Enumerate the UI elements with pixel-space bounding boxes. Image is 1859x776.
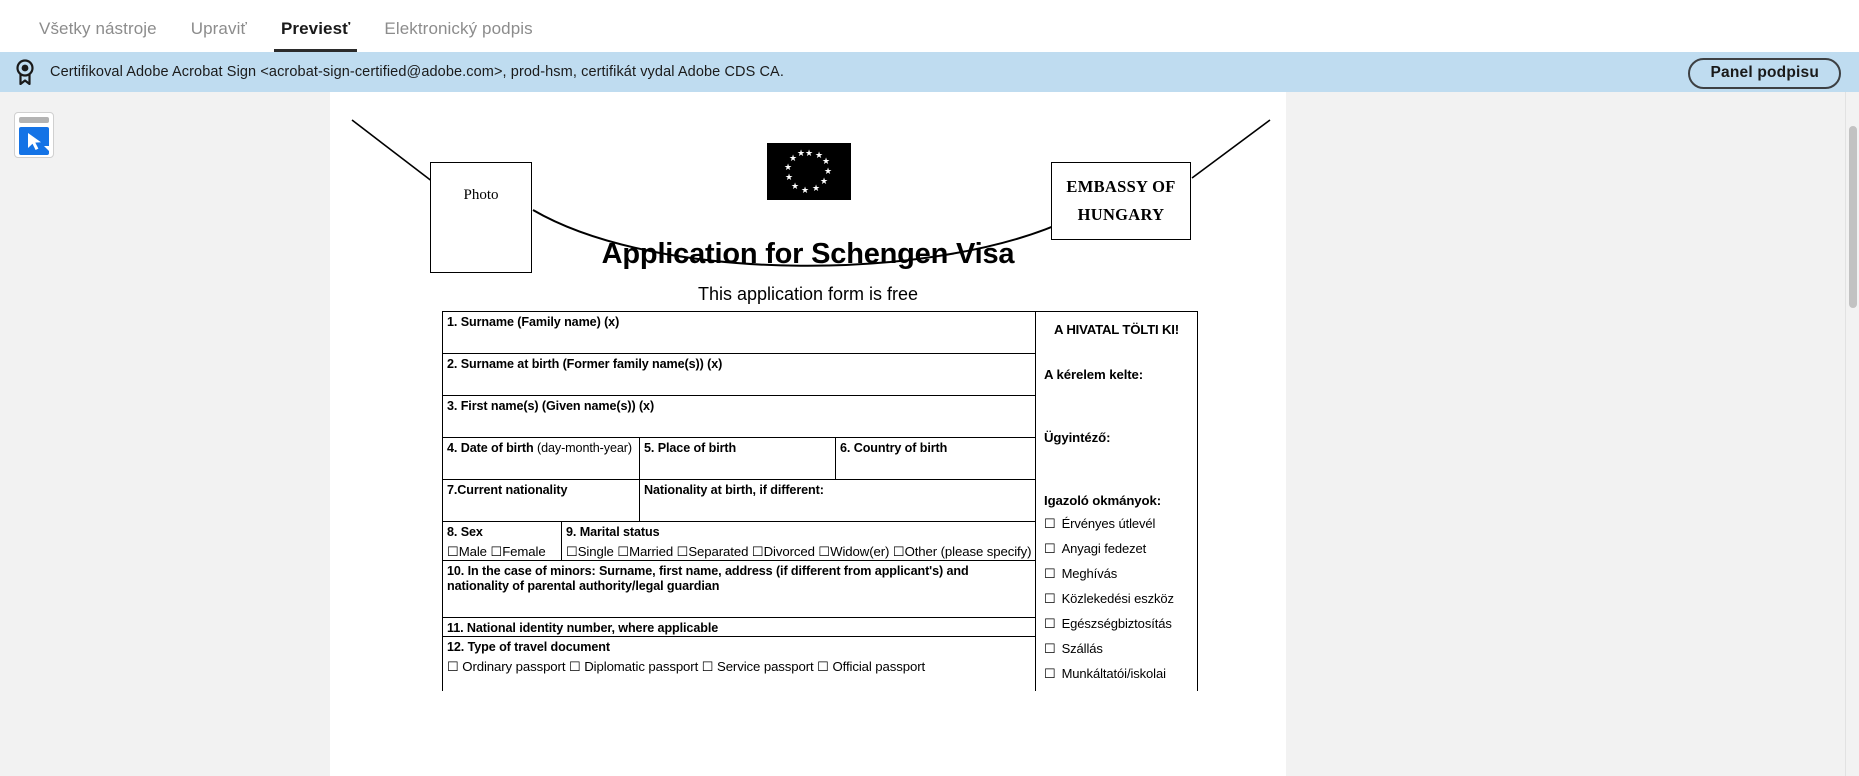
signature-panel-button[interactable]: Panel podpisu [1688, 58, 1841, 89]
checklist-item-invitation[interactable]: ☐ Meghívás [1044, 566, 1189, 582]
select-cursor-tool-icon[interactable] [14, 112, 54, 158]
form-row-12: 12. Type of travel document ☐ Ordinary p… [443, 637, 1035, 675]
field-2-input[interactable] [447, 372, 1035, 395]
field-1-label: 1. Surname (Family name) (x) [447, 315, 620, 329]
tab-convert[interactable]: Previesť [264, 19, 367, 52]
embassy-line-1: EMBASSY OF [1066, 177, 1176, 196]
checklist-item-passport[interactable]: ☐ Érvényes útlevél [1044, 516, 1189, 532]
tool-icon-body [19, 127, 49, 155]
field-7b-input[interactable] [644, 498, 1034, 521]
flag-star: ★ [797, 148, 806, 158]
field-9-label: 9. Marital status [566, 525, 660, 539]
field-5-label: 5. Place of birth [644, 441, 737, 455]
checklist-item-label: Közlekedési eszköz [1061, 591, 1174, 606]
field-12-label: 12. Type of travel document [447, 640, 610, 654]
checkbox-icon[interactable]: ☐ [1044, 516, 1056, 531]
flag-star: ★ [784, 162, 793, 172]
tab-electronic-signature[interactable]: Elektronický podpis [367, 19, 549, 52]
field-10-label-line2: nationality of parental authority/legal … [447, 579, 720, 593]
left-tool-rail [0, 92, 330, 776]
official-panel-title: A HIVATAL TÖLTI KI! [1054, 322, 1179, 337]
field-1-input[interactable] [447, 330, 1035, 353]
document-title: Application for Schengen Visa [601, 238, 1015, 270]
tab-all-tools[interactable]: Všetky nástroje [22, 19, 174, 52]
field-6-label: 6. Country of birth [840, 441, 948, 455]
field-10-label-line1: 10. In the case of minors: Surname, firs… [447, 564, 969, 578]
form-row-10: 10. In the case of minors: Surname, firs… [443, 561, 1035, 618]
flag-star: ★ [805, 148, 814, 158]
checklist-item-health-insurance[interactable]: ☐ Egészségbiztosítás [1044, 616, 1189, 632]
form-row-11: 11. National identity number, where appl… [443, 618, 1035, 637]
scrollbar-thumb[interactable] [1849, 126, 1857, 308]
form-row-1: 1. Surname (Family name) (x) [443, 312, 1035, 354]
certification-message: Certifikoval Adobe Acrobat Sign <acrobat… [50, 64, 784, 80]
certification-banner: Certifikoval Adobe Acrobat Sign <acrobat… [0, 52, 1859, 92]
checkbox-icon[interactable]: ☐ [1044, 541, 1056, 556]
field-5-input[interactable] [644, 456, 835, 479]
certificate-ribbon-icon [14, 59, 36, 86]
acrobat-window: Všetky nástroje Upraviť Previesť Elektro… [0, 0, 1859, 776]
field-4-input[interactable] [447, 456, 639, 479]
field-7-input[interactable] [447, 498, 639, 521]
field-2-label: 2. Surname at birth (Former family name(… [447, 357, 723, 371]
checklist-item-label: Anyagi fedezet [1061, 541, 1147, 556]
tab-edit[interactable]: Upraviť [174, 19, 264, 52]
checklist-item-accommodation[interactable]: ☐ Szállás [1044, 641, 1189, 657]
checkbox-icon[interactable]: ☐ [1044, 616, 1056, 631]
flag-star: ★ [785, 172, 794, 182]
official-use-panel: A HIVATAL TÖLTI KI! A kérelem kelte: Ügy… [1036, 312, 1197, 691]
main-toolbar: Všetky nástroje Upraviť Previesť Elektro… [0, 0, 1859, 52]
flag-star: ★ [824, 166, 833, 176]
form-fields-column: 1. Surname (Family name) (x) 2. Surname … [443, 312, 1036, 691]
field-9-options[interactable]: ☐Single ☐Married ☐Separated ☐Divorced ☐W… [566, 544, 1034, 560]
checklist-item-label: Meghívás [1061, 566, 1118, 581]
embassy-line-2: HUNGARY [1077, 205, 1165, 224]
checklist-item-employer-school[interactable]: ☐ Munkáltatói/iskolai [1044, 666, 1189, 682]
field-6-input[interactable] [840, 456, 1034, 479]
checklist-item-label: Szállás [1061, 641, 1103, 656]
european-union-flag: ★ ★ ★ ★ ★ ★ ★ ★ ★ ★ ★ ★ [767, 143, 851, 200]
application-date-label: A kérelem kelte: [1044, 367, 1144, 382]
field-10-input[interactable] [447, 594, 1035, 617]
form-row-3: 3. First name(s) (Given name(s)) (x) [443, 396, 1035, 438]
field-3-input[interactable] [447, 414, 1035, 437]
officer-label: Ügyintéző: [1044, 430, 1111, 445]
document-page: Photo ★ ★ ★ ★ ★ ★ ★ ★ ★ ★ ★ ★ EMBASSY OF… [330, 92, 1286, 776]
field-4-label: 4. Date of birth (day-month-year) [447, 441, 632, 455]
embassy-box: EMBASSY OF HUNGARY [1051, 162, 1191, 240]
field-3-label: 3. First name(s) (Given name(s)) (x) [447, 399, 655, 413]
flag-star: ★ [801, 185, 810, 195]
form-row-7: 7.Current nationality Nationality at bir… [443, 480, 1035, 522]
checkbox-icon[interactable]: ☐ [1044, 641, 1056, 656]
flag-star: ★ [812, 183, 821, 193]
checkbox-icon[interactable]: ☐ [1044, 591, 1056, 606]
visa-application-form: 1. Surname (Family name) (x) 2. Surname … [442, 311, 1198, 691]
vertical-scrollbar[interactable] [1845, 92, 1859, 776]
field-11-label: 11. National identity number, where appl… [447, 621, 719, 635]
form-row-8-9: 8. Sex ☐Male ☐Female 9. Marital status ☐… [443, 522, 1035, 561]
checkbox-icon[interactable]: ☐ [1044, 566, 1056, 581]
checklist-item-transport[interactable]: ☐ Közlekedési eszköz [1044, 591, 1189, 607]
checklist-item-label: Érvényes útlevél [1061, 516, 1156, 531]
checklist-item-label: Egészségbiztosítás [1061, 616, 1172, 631]
flag-star: ★ [822, 156, 831, 166]
field-7b-label: Nationality at birth, if different: [644, 483, 824, 497]
field-8-options[interactable]: ☐Male ☐Female [447, 544, 561, 560]
flag-star: ★ [791, 181, 800, 191]
form-row-4-5-6: 4. Date of birth (day-month-year) 5. Pla… [443, 438, 1035, 480]
flag-star: ★ [789, 153, 798, 163]
document-subtitle: This application form is free [697, 284, 919, 304]
checklist-item-label: Munkáltatói/iskolai [1061, 666, 1166, 681]
field-7-label: 7.Current nationality [447, 483, 568, 497]
field-12-options[interactable]: ☐ Ordinary passport ☐ Diplomatic passpor… [447, 659, 1035, 675]
form-row-2: 2. Surname at birth (Former family name(… [443, 354, 1035, 396]
checkbox-icon[interactable]: ☐ [1044, 666, 1056, 681]
field-8-label: 8. Sex [447, 525, 483, 539]
checklist-item-funds[interactable]: ☐ Anyagi fedezet [1044, 541, 1189, 557]
tool-icon-top-bar [19, 117, 49, 123]
supporting-documents-label: Igazoló okmányok: [1044, 493, 1162, 508]
flag-star: ★ [820, 176, 829, 186]
